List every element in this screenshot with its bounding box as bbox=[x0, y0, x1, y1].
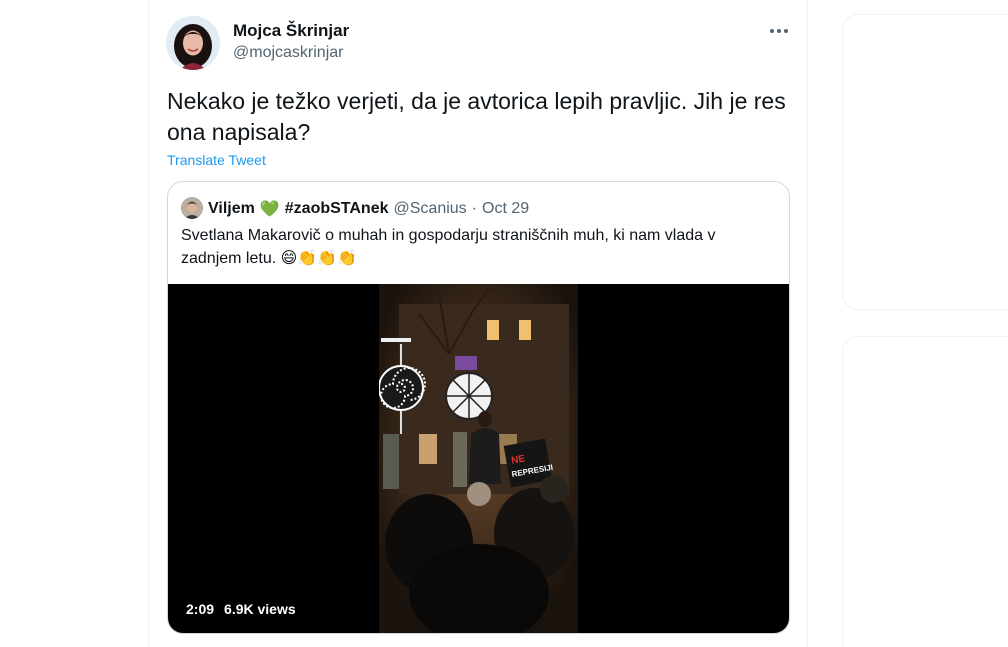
sidebar-card bbox=[842, 336, 1008, 647]
video-player[interactable]: NE REPRESIJI 2:09 6.9K views bbox=[168, 284, 789, 633]
more-horizontal-icon bbox=[784, 29, 788, 33]
quoted-author-handle[interactable]: @Scanius bbox=[394, 200, 467, 218]
column-divider-left bbox=[148, 0, 149, 647]
more-options-button[interactable] bbox=[764, 18, 794, 44]
quoted-author-avatar[interactable] bbox=[181, 197, 203, 219]
sidebar-card bbox=[842, 14, 1008, 310]
tweet-text: Nekako je težko verjeti, da je avtorica … bbox=[167, 88, 786, 145]
video-thumbnail: NE REPRESIJI bbox=[379, 284, 578, 633]
video-duration: 2:09 bbox=[186, 601, 215, 617]
video-stats: 2:09 6.9K views bbox=[186, 601, 296, 617]
avatar-image bbox=[166, 16, 220, 70]
quoted-tweet-text: Svetlana Makarovič o muhah in gospodarju… bbox=[181, 227, 716, 267]
quoted-author-name[interactable]: Viljem bbox=[208, 200, 255, 218]
more-horizontal-icon bbox=[777, 29, 781, 33]
quoted-tweet-header: Viljem 💚 #zaobSTAnek @Scanius · Oct 29 bbox=[208, 199, 529, 219]
avatar-image bbox=[181, 197, 203, 219]
author-name[interactable]: Mojca Škrinjar bbox=[233, 21, 349, 41]
separator-dot: · bbox=[471, 200, 477, 217]
quoted-tweet[interactable]: Viljem 💚 #zaobSTAnek @Scanius · Oct 29 S… bbox=[167, 181, 790, 634]
author-avatar[interactable] bbox=[166, 16, 220, 70]
quoted-author-hashtag[interactable]: #zaobSTAnek bbox=[285, 200, 389, 218]
tweet-page: Mojca Škrinjar @mojcaskrinjar Nekako je … bbox=[0, 0, 1008, 647]
quoted-tweet-date[interactable]: Oct 29 bbox=[482, 200, 529, 218]
author-handle[interactable]: @mojcaskrinjar bbox=[233, 44, 343, 62]
column-divider-right bbox=[807, 0, 808, 647]
translate-tweet-link[interactable]: Translate Tweet bbox=[167, 152, 266, 168]
video-frame-image: NE REPRESIJI bbox=[379, 284, 578, 633]
green-heart-emoji: 💚 bbox=[259, 201, 280, 218]
more-horizontal-icon bbox=[770, 29, 774, 33]
video-views: 6.9K views bbox=[224, 601, 296, 617]
